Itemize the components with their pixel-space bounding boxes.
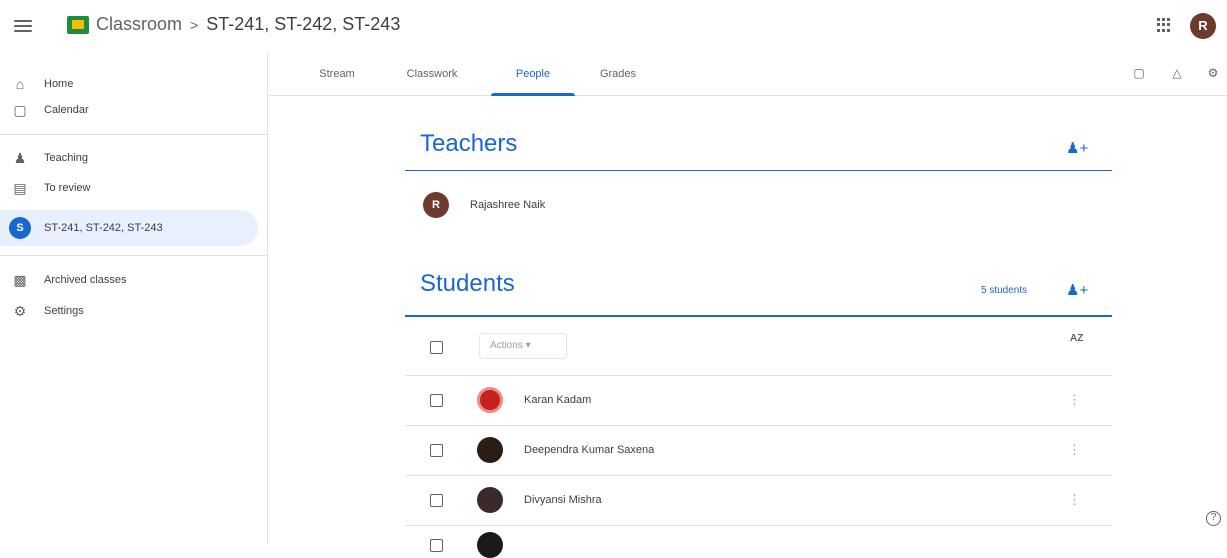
teacher-avatar: R: [423, 192, 449, 218]
student-checkbox[interactable]: [430, 539, 443, 552]
student-checkbox[interactable]: [430, 494, 443, 507]
student-name: Karan Kadam: [524, 394, 592, 406]
sidebar-item-settings[interactable]: ⚙ Settings: [0, 293, 258, 329]
sidebar-item-label: Teaching: [44, 152, 89, 164]
student-avatar: [477, 532, 503, 558]
sidebar-item-calendar[interactable]: ▢ Calendar: [0, 92, 258, 128]
select-all-checkbox[interactable]: [430, 341, 443, 354]
hamburger-menu-icon[interactable]: [14, 17, 32, 35]
table-row[interactable]: Deependra Kumar Saxena ⋮: [405, 426, 1112, 476]
students-heading: Students: [420, 270, 515, 297]
account-avatar[interactable]: R: [1190, 13, 1216, 39]
more-options-icon[interactable]: ⋮: [1068, 442, 1081, 458]
student-checkbox[interactable]: [430, 444, 443, 457]
sidebar-item-label: ST-241, ST-242, ST-243: [44, 222, 163, 234]
student-avatar: [477, 487, 503, 513]
tab-grades[interactable]: Grades: [591, 52, 645, 96]
top-app-bar: Classroom > ST-241, ST-242, ST-243 R: [0, 0, 1227, 52]
sidebar-item-label: Settings: [44, 305, 84, 317]
more-options-icon[interactable]: ⋮: [1068, 392, 1081, 408]
folder-icon: ▤: [13, 180, 27, 196]
table-row[interactable]: Divyansi Mishra ⋮: [405, 476, 1112, 526]
tab-stream[interactable]: Stream: [313, 52, 361, 96]
home-icon: ⌂: [15, 76, 25, 92]
sidebar-item-label: Archived classes: [44, 274, 127, 286]
sidebar-item-label: To review: [44, 182, 91, 194]
classroom-logo[interactable]: [67, 16, 89, 34]
student-avatar: [477, 437, 503, 463]
drive-icon[interactable]: △: [1170, 66, 1184, 80]
table-row[interactable]: Karan Kadam ⋮: [405, 376, 1112, 426]
breadcrumb: Classroom > ST-241, ST-242, ST-243: [96, 14, 400, 35]
invite-student-icon[interactable]: ♟+: [1066, 282, 1088, 300]
calendar-icon: ▢: [13, 102, 27, 118]
sidebar: ⌂ Home ▢ Calendar ♟ Teaching ▤ To review…: [0, 52, 268, 544]
teacher-name: Rajashree Naik: [470, 199, 546, 211]
calendar-icon[interactable]: ▢: [1132, 66, 1146, 80]
actions-dropdown[interactable]: Actions ▾: [479, 333, 567, 359]
invite-teacher-icon[interactable]: ♟+: [1066, 140, 1088, 158]
breadcrumb-separator-icon: >: [190, 17, 199, 33]
settings-icon: ⚙: [13, 303, 27, 319]
google-apps-grid-icon[interactable]: [1157, 18, 1171, 32]
app-name-link[interactable]: Classroom: [96, 14, 182, 34]
student-avatar: [477, 387, 503, 413]
people-icon: ♟: [13, 150, 27, 166]
actions-label: Actions: [490, 340, 523, 351]
tab-people[interactable]: People: [491, 52, 575, 96]
sidebar-item-label: Home: [44, 78, 74, 90]
class-avatar: S: [9, 217, 31, 239]
sidebar-item-to-review[interactable]: ▤ To review: [0, 170, 258, 206]
sidebar-divider: [0, 255, 267, 256]
help-icon[interactable]: ?: [1206, 511, 1221, 526]
archive-icon: ▩: [13, 272, 27, 288]
teacher-row: R Rajashree Naik: [405, 180, 1112, 230]
sort-az-icon[interactable]: AZ: [1070, 333, 1083, 344]
teachers-divider: [405, 170, 1112, 171]
more-options-icon[interactable]: ⋮: [1068, 492, 1081, 508]
settings-icon[interactable]: ⚙: [1206, 66, 1220, 80]
student-checkbox[interactable]: [430, 394, 443, 407]
sidebar-divider: [0, 134, 267, 135]
teachers-heading: Teachers: [420, 130, 518, 157]
student-name: Deependra Kumar Saxena: [524, 444, 655, 456]
sidebar-item-class[interactable]: S ST-241, ST-242, ST-243: [0, 210, 258, 246]
students-divider: [405, 315, 1112, 317]
table-row[interactable]: [405, 526, 1112, 558]
student-count: 5 students: [981, 285, 1028, 296]
student-name: Divyansi Mishra: [524, 494, 602, 506]
sidebar-item-label: Calendar: [44, 104, 89, 116]
tab-classwork[interactable]: Classwork: [400, 52, 464, 96]
class-tabs: Stream Classwork People Grades: [269, 52, 1227, 96]
class-name-link[interactable]: ST-241, ST-242, ST-243: [206, 14, 400, 34]
